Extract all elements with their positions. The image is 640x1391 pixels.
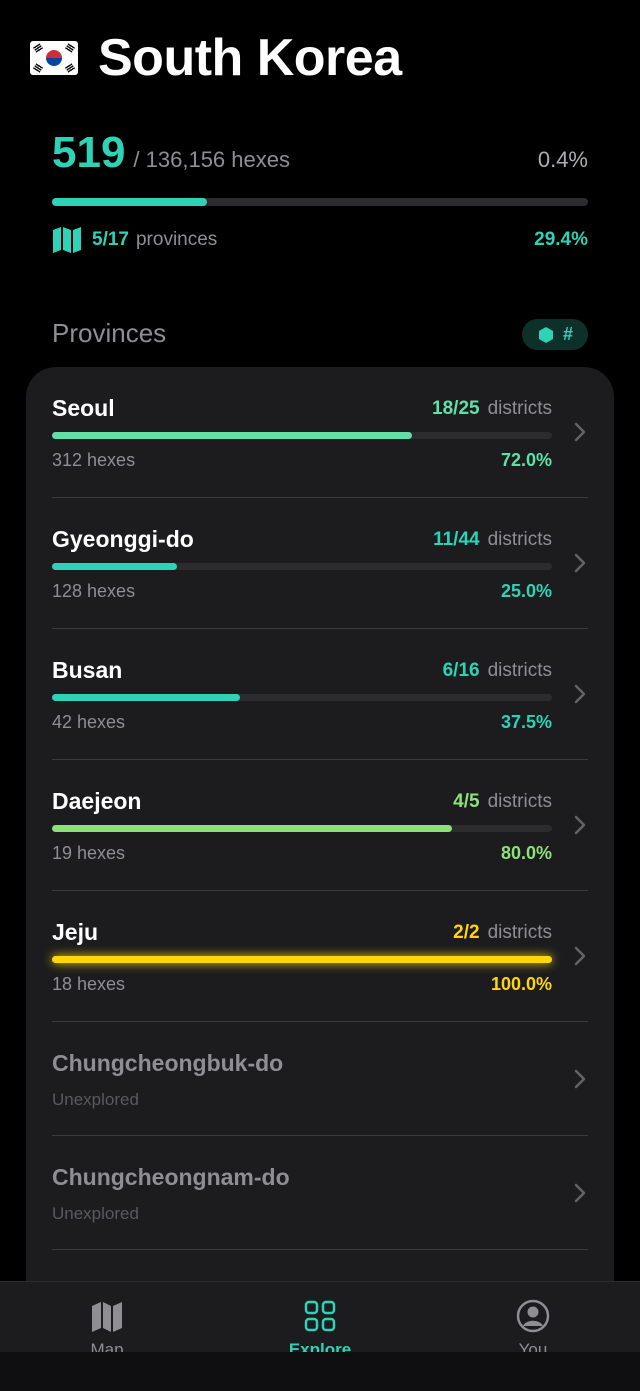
province-progress-fill xyxy=(52,956,552,963)
chevron-right-icon xyxy=(574,815,586,835)
province-name: Chungcheongnam-do xyxy=(52,1164,290,1190)
province-list: Seoul 18/25 districts 312 hexes 72.0% Gyeongg… xyxy=(26,367,614,1327)
divider xyxy=(52,1249,588,1250)
district-count: 2/2 districts xyxy=(453,922,552,944)
province-progress-fill xyxy=(52,825,452,832)
province-row[interactable]: Busan 6/16 districts 42 hexes 37.5% xyxy=(26,629,614,760)
unexplored-status: Unexplored xyxy=(52,1204,139,1223)
districts-label: districts xyxy=(487,529,552,550)
map-icon xyxy=(92,1302,122,1332)
hex-count: 312 hexes xyxy=(52,450,136,470)
chevron-right-icon xyxy=(574,422,586,442)
unexplored-status: Unexplored xyxy=(52,1090,139,1109)
hex-summary: 519 / 136,156 hexes 0.4% xyxy=(52,128,588,178)
chevron-right-icon xyxy=(574,1069,586,1089)
district-fraction: 11/44 xyxy=(433,529,480,550)
page-title: South Korea xyxy=(98,29,402,87)
province-percent: 100.0% xyxy=(490,974,552,994)
district-count: 18/25 districts xyxy=(432,398,552,420)
province-name: Jeju xyxy=(52,919,99,945)
total-hexes: / 136,156 hexes xyxy=(133,147,290,172)
chevron-right-icon xyxy=(574,553,586,573)
chevron-right-icon xyxy=(574,946,586,966)
province-name: Seoul xyxy=(52,395,115,421)
hex-count: 19 hexes xyxy=(52,843,126,863)
district-fraction: 4/5 xyxy=(453,791,480,812)
hexagon-icon xyxy=(538,326,553,343)
districts-label: districts xyxy=(487,791,552,812)
provinces-count: 5/17 xyxy=(92,229,129,250)
province-name: Chungcheongbuk-do xyxy=(52,1050,284,1076)
districts-label: districts xyxy=(487,398,552,419)
district-fraction: 6/16 xyxy=(442,660,480,681)
map-icon xyxy=(53,227,81,253)
district-count: 11/44 districts xyxy=(433,529,552,551)
province-row[interactable]: Gyeonggi-do 11/44 districts 128 hexes 25.0% xyxy=(26,498,614,629)
province-percent: 80.0% xyxy=(500,843,552,863)
overall-progress-fill xyxy=(52,198,208,206)
explored-count: 519 xyxy=(52,128,126,177)
grid-icon xyxy=(304,1300,336,1332)
province-progress-bar xyxy=(52,694,552,701)
province-row[interactable]: Daejeon 4/5 districts 19 hexes 80.0% xyxy=(26,760,614,891)
district-fraction: 18/25 xyxy=(432,398,480,419)
tab-explore[interactable]: Explore xyxy=(260,1282,380,1360)
hex-count: 128 hexes xyxy=(52,581,136,601)
province-progress-fill xyxy=(52,694,240,701)
provinces-percent: 29.4% xyxy=(534,229,588,250)
province-name: Daejeon xyxy=(52,788,142,814)
province-percent: 25.0% xyxy=(500,581,552,601)
province-progress-bar xyxy=(52,563,552,570)
section-title: Provinces xyxy=(52,318,167,348)
overall-progress-bar xyxy=(52,198,588,206)
district-count: 4/5 districts xyxy=(453,791,552,813)
province-row[interactable]: Seoul 18/25 districts 312 hexes 72.0% xyxy=(26,367,614,498)
province-name: Busan xyxy=(52,657,123,683)
overall-percent: 0.4% xyxy=(537,147,588,172)
profile-icon xyxy=(516,1299,550,1333)
tab-you[interactable]: You xyxy=(473,1282,593,1360)
hex-count-toggle[interactable]: # xyxy=(522,319,588,350)
toggle-label: # xyxy=(562,324,573,344)
province-row[interactable]: Jeju 2/2 districts 18 hexes 100.0% xyxy=(26,891,614,1022)
chevron-right-icon xyxy=(574,684,586,704)
province-progress-bar xyxy=(52,432,552,439)
hex-count: 42 hexes xyxy=(52,712,126,732)
province-row-unexplored[interactable]: Chungcheongbuk-do Unexplored xyxy=(26,1022,614,1136)
district-fraction: 2/2 xyxy=(453,922,480,943)
province-row-unexplored[interactable]: Chungcheongnam-do Unexplored xyxy=(26,1136,614,1250)
south-korea-flag-icon xyxy=(30,41,78,75)
header: South Korea xyxy=(30,28,402,88)
hex-count: 18 hexes xyxy=(52,974,126,994)
home-indicator-area xyxy=(0,1352,640,1391)
tab-map[interactable]: Map xyxy=(47,1282,167,1360)
chevron-right-icon xyxy=(574,1183,586,1203)
province-name: Gyeonggi-do xyxy=(52,526,194,552)
districts-label: districts xyxy=(487,660,552,681)
districts-label: districts xyxy=(487,922,552,943)
province-percent: 72.0% xyxy=(500,450,552,470)
province-progress-bar xyxy=(52,956,552,963)
provinces-label: provinces xyxy=(135,229,218,250)
province-progress-fill xyxy=(52,563,177,570)
province-percent: 37.5% xyxy=(500,712,552,732)
district-count: 6/16 districts xyxy=(443,660,552,682)
province-progress-fill xyxy=(52,432,412,439)
province-progress-bar xyxy=(52,825,552,832)
provinces-summary: 5/17 provinces 29.4% xyxy=(52,226,588,254)
